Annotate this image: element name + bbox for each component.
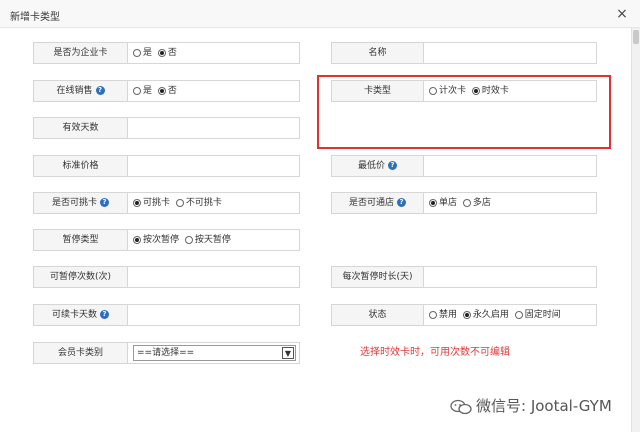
- watermark-text: 微信号: Jootal-GYM: [476, 397, 612, 415]
- radio-group: 禁用 永久启用 固定时间: [425, 305, 564, 325]
- radio-selected-icon[interactable]: [133, 199, 141, 207]
- name-input[interactable]: [425, 43, 596, 63]
- field-is-enterprise-card: 是否为企业卡 是 否: [33, 42, 300, 64]
- field-label-wrap: 最低价?: [332, 156, 424, 176]
- field-label: 标准价格: [34, 156, 128, 176]
- field-label-wrap: 在线销售?: [34, 81, 128, 101]
- field-label-wrap: 可续卡天数?: [34, 305, 128, 325]
- field-renew-days: 可续卡天数?: [33, 304, 300, 326]
- wechat-logo-icon: [450, 399, 472, 414]
- radio-selected-icon[interactable]: [462, 311, 471, 319]
- valid-days-input[interactable]: [129, 118, 299, 138]
- radio-option-pause-by-count[interactable]: 按次暂停: [133, 230, 179, 251]
- radio-selected-icon[interactable]: [429, 199, 437, 207]
- watermark: 微信号: Jootal-GYM: [450, 395, 612, 416]
- radio-option-yes[interactable]: 是: [133, 43, 152, 64]
- field-label-wrap: 是否可挑卡?: [34, 193, 128, 213]
- select-value: ==请选择==: [137, 348, 195, 358]
- help-icon[interactable]: ?: [100, 198, 109, 207]
- field-label: 可续卡天数: [51, 310, 97, 320]
- radio-option-pause-by-day[interactable]: 按天暂停: [184, 230, 231, 251]
- radio-circle-icon[interactable]: [133, 49, 141, 57]
- radio-option-no[interactable]: 否: [157, 43, 177, 64]
- pause-count-input[interactable]: [129, 267, 299, 287]
- field-label: 可暂停次数(次): [34, 267, 128, 287]
- member-category-select[interactable]: ==请选择== ▼: [133, 345, 296, 361]
- field-label: 在线销售: [56, 86, 93, 96]
- radio-selected-icon[interactable]: [157, 87, 166, 95]
- radio-option-yes[interactable]: 是: [133, 81, 152, 102]
- radio-option-single-store[interactable]: 单店: [429, 193, 457, 214]
- radio-circle-icon[interactable]: [514, 311, 523, 319]
- radio-option-no[interactable]: 否: [157, 81, 177, 102]
- radio-circle-icon[interactable]: [175, 199, 184, 207]
- scrollbar-thumb[interactable]: [633, 30, 639, 44]
- radio-option-permanent[interactable]: 永久启用: [462, 305, 509, 326]
- field-min-price: 最低价?: [331, 155, 597, 177]
- field-valid-days: 有效天数: [33, 117, 300, 139]
- radio-option-fixed-time[interactable]: 固定时间: [514, 305, 561, 326]
- radio-circle-icon[interactable]: [184, 236, 193, 244]
- renew-days-input[interactable]: [129, 305, 299, 325]
- radio-group: 是 否: [129, 81, 180, 101]
- radio-selected-icon[interactable]: [157, 49, 166, 57]
- standard-price-input[interactable]: [129, 156, 299, 176]
- radio-circle-icon[interactable]: [462, 199, 471, 207]
- radio-selected-icon[interactable]: [133, 236, 141, 244]
- field-multi-store: 是否可通店? 单店 多店: [331, 192, 597, 214]
- help-icon[interactable]: ?: [397, 198, 406, 207]
- radio-option-transferable[interactable]: 可挑卡: [133, 193, 170, 214]
- card-type-note: 选择时效卡时，可用次数不可编辑: [360, 347, 510, 358]
- radio-group: 可挑卡 不可挑卡: [129, 193, 225, 213]
- field-label: 状态: [332, 305, 424, 325]
- radio-option-disabled[interactable]: 禁用: [429, 305, 457, 326]
- field-name: 名称: [331, 42, 597, 64]
- field-status: 状态 禁用 永久启用 固定时间: [331, 304, 597, 326]
- field-standard-price: 标准价格: [33, 155, 300, 177]
- vertical-scrollbar[interactable]: [631, 28, 640, 432]
- field-label-wrap: 是否可通店?: [332, 193, 424, 213]
- field-label: 会员卡类别: [34, 343, 128, 363]
- field-label: 是否可通店: [348, 198, 394, 208]
- highlight-box: [317, 75, 611, 149]
- radio-option-multi-store[interactable]: 多店: [462, 193, 491, 214]
- radio-group: 是 否: [129, 43, 180, 63]
- field-label: 最低价: [357, 161, 385, 171]
- field-online-sale: 在线销售? 是 否: [33, 80, 300, 102]
- min-price-input[interactable]: [425, 156, 596, 176]
- field-pause-count: 可暂停次数(次): [33, 266, 300, 288]
- field-label: 每次暂停时长(天): [332, 267, 424, 287]
- chevron-down-icon[interactable]: ▼: [282, 347, 294, 359]
- field-label: 名称: [332, 43, 424, 63]
- help-icon[interactable]: ?: [388, 161, 397, 170]
- field-transferable: 是否可挑卡? 可挑卡 不可挑卡: [33, 192, 300, 214]
- radio-circle-icon[interactable]: [133, 87, 141, 95]
- field-pause-type: 暂停类型 按次暂停 按天暂停: [33, 229, 300, 251]
- field-label: 是否可挑卡: [51, 198, 97, 208]
- field-label: 有效天数: [34, 118, 128, 138]
- pause-duration-input[interactable]: [425, 267, 596, 287]
- close-icon[interactable]: ×: [614, 6, 630, 22]
- field-member-category: 会员卡类别 ==请选择== ▼: [33, 342, 300, 364]
- field-pause-duration: 每次暂停时长(天): [331, 266, 597, 288]
- radio-circle-icon[interactable]: [429, 311, 437, 319]
- field-label: 暂停类型: [34, 230, 128, 250]
- radio-group: 按次暂停 按天暂停: [129, 230, 234, 250]
- radio-option-not-transferable[interactable]: 不可挑卡: [175, 193, 222, 214]
- help-icon[interactable]: ?: [100, 310, 109, 319]
- dialog-titlebar: 新增卡类型 ×: [0, 0, 640, 28]
- field-label: 是否为企业卡: [34, 43, 128, 63]
- help-icon[interactable]: ?: [95, 86, 105, 95]
- dialog-title: 新增卡类型: [10, 12, 60, 23]
- radio-group: 单店 多店: [425, 193, 494, 213]
